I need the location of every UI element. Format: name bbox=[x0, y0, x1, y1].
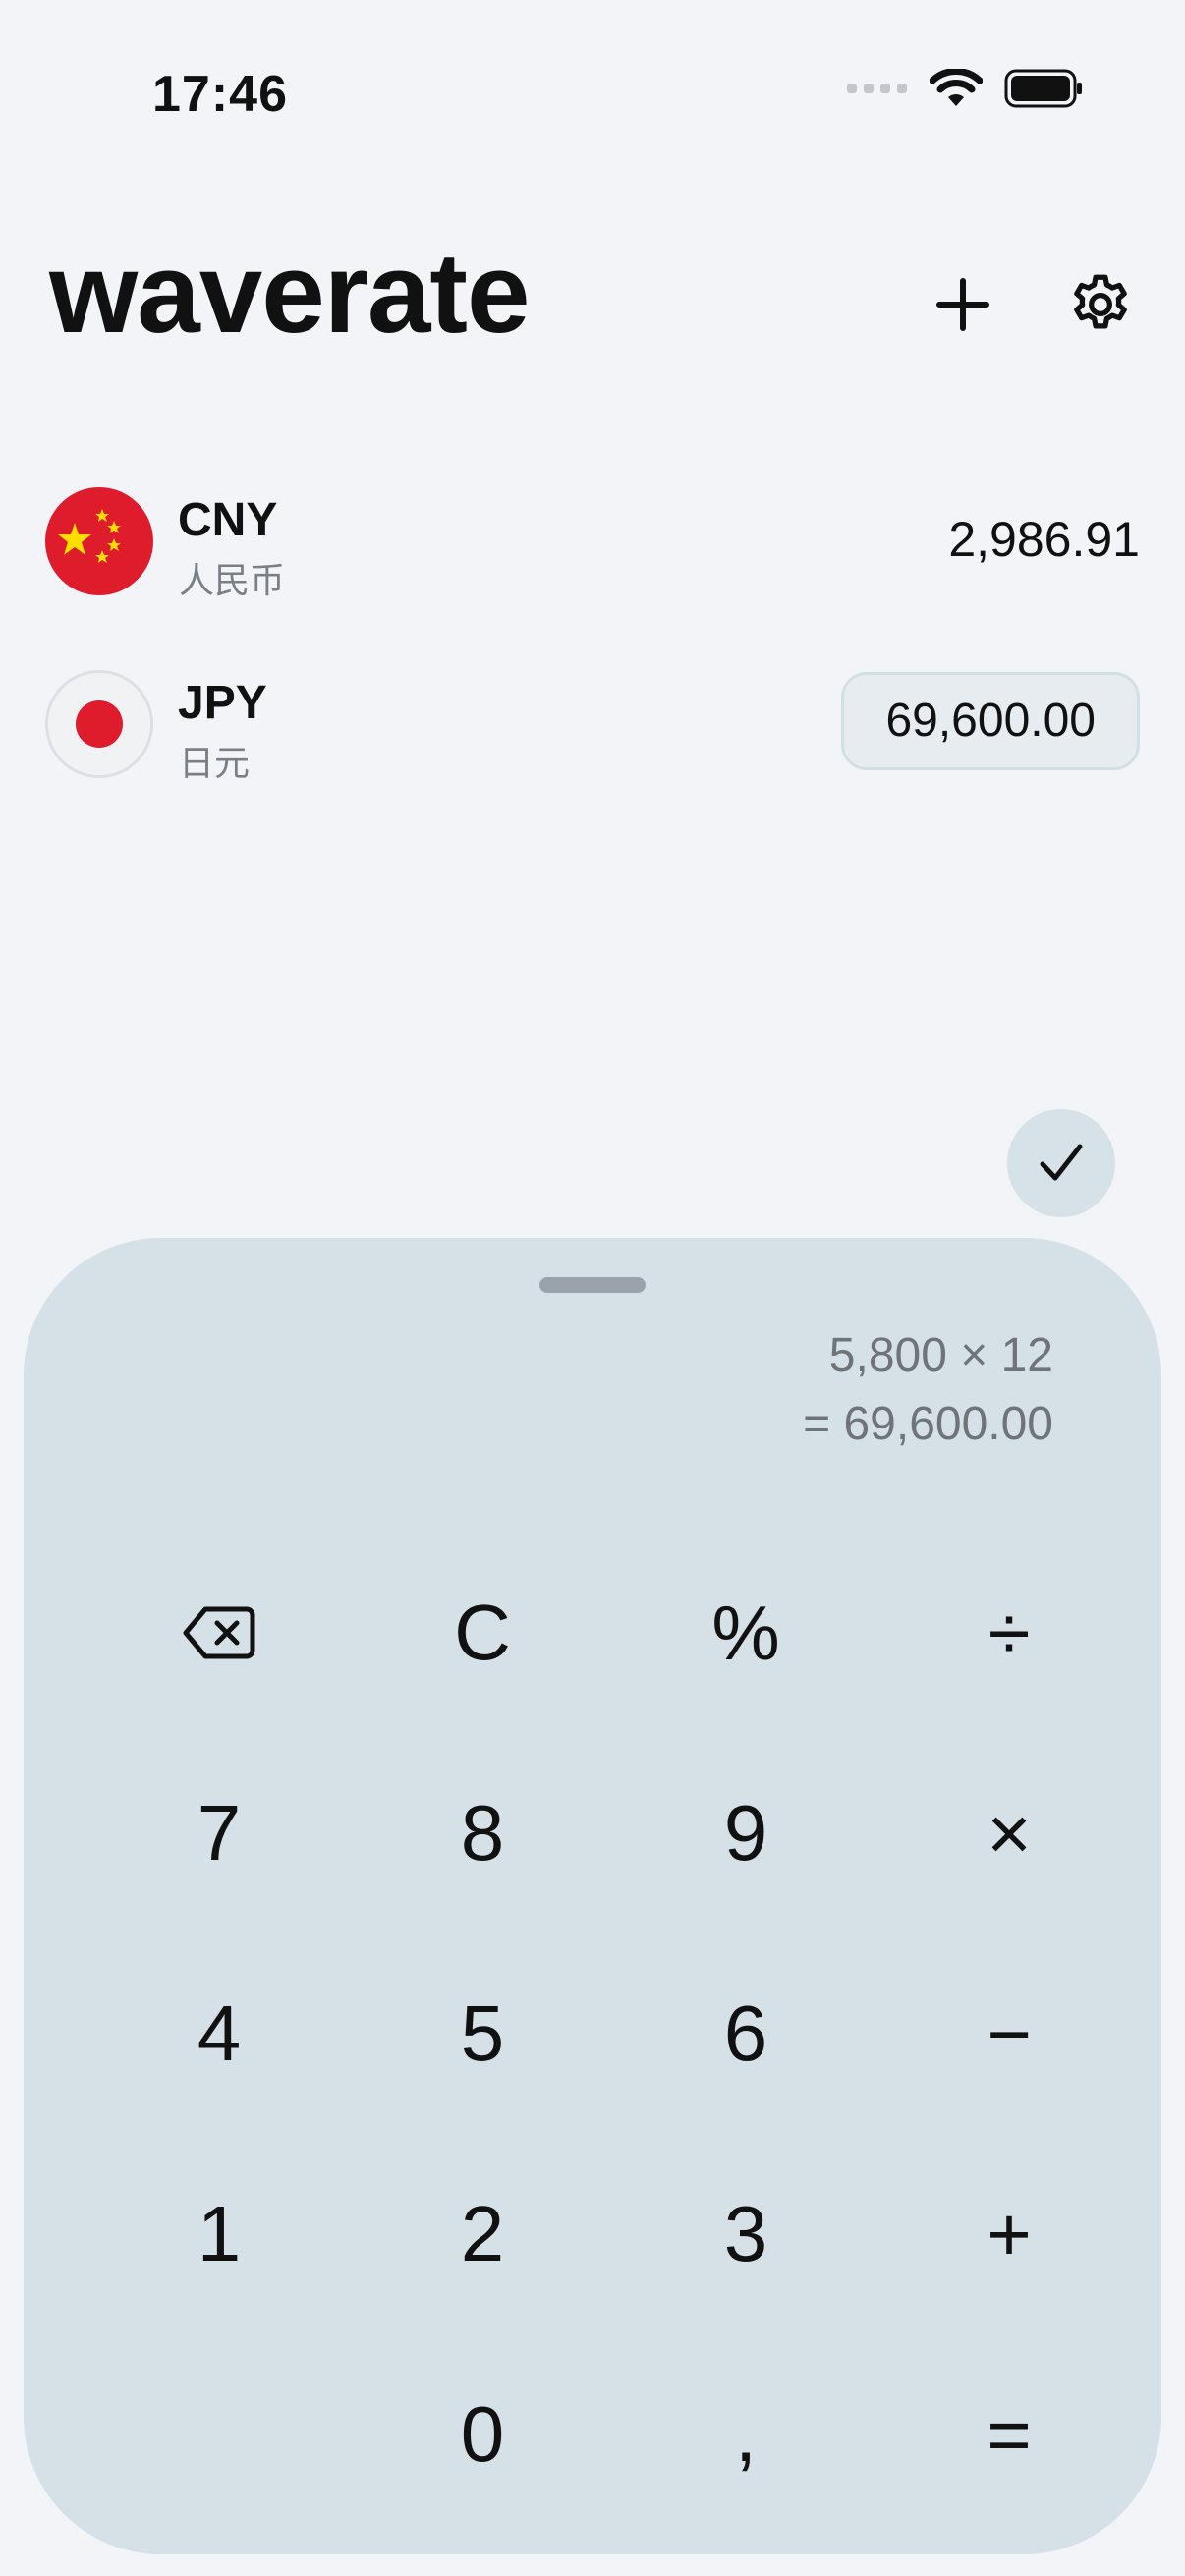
minus-key[interactable]: − bbox=[877, 1933, 1141, 2134]
currency-amount[interactable]: 2,986.91 bbox=[948, 511, 1140, 568]
plus-icon bbox=[936, 278, 989, 331]
wifi-icon bbox=[930, 69, 983, 106]
add-currency-button[interactable] bbox=[922, 263, 1004, 346]
battery-icon bbox=[1004, 69, 1082, 108]
currency-name: 日元 bbox=[179, 744, 251, 784]
backspace-key[interactable] bbox=[87, 1533, 351, 1733]
status-icons bbox=[847, 69, 1083, 108]
key-6[interactable]: 6 bbox=[614, 1933, 877, 2134]
settings-button[interactable] bbox=[1059, 263, 1142, 346]
japan-flag-icon bbox=[45, 670, 153, 778]
key-4[interactable]: 4 bbox=[87, 1933, 351, 2134]
key-8[interactable]: 8 bbox=[351, 1733, 614, 1933]
key-9[interactable]: 9 bbox=[614, 1733, 877, 1933]
key-5[interactable]: 5 bbox=[351, 1933, 614, 2134]
app-screen: 17:46 waverate CNY 人民币 2,986.91 JPY 日元 6… bbox=[0, 0, 1185, 2576]
divide-key[interactable]: ÷ bbox=[877, 1533, 1141, 1733]
key-0[interactable]: 0 bbox=[351, 2334, 614, 2535]
equals-key[interactable]: = bbox=[877, 2334, 1141, 2535]
sheet-drag-handle[interactable] bbox=[539, 1277, 646, 1293]
empty-key-slot bbox=[87, 2334, 351, 2535]
multiply-key[interactable]: × bbox=[877, 1733, 1141, 1933]
plus-key[interactable]: + bbox=[877, 2134, 1141, 2334]
signal-icon bbox=[847, 84, 907, 93]
active-amount-field[interactable]: 69,600.00 bbox=[841, 672, 1140, 770]
key-1[interactable]: 1 bbox=[87, 2134, 351, 2334]
confirm-button[interactable] bbox=[1007, 1109, 1115, 1217]
currency-row-cny[interactable]: CNY 人民币 2,986.91 bbox=[45, 487, 1140, 601]
calculator-sheet: 5,800 × 12 = 69,600.00 C % ÷ 7 8 9 × 4 5… bbox=[24, 1238, 1161, 2554]
backspace-icon bbox=[183, 1606, 255, 1659]
clear-key[interactable]: C bbox=[351, 1533, 614, 1733]
calc-expression: 5,800 × 12 bbox=[828, 1329, 1053, 1381]
key-7[interactable]: 7 bbox=[87, 1733, 351, 1933]
currency-row-jpy[interactable]: JPY 日元 69,600.00 bbox=[45, 670, 1140, 784]
currency-name: 人民币 bbox=[179, 561, 286, 601]
key-2[interactable]: 2 bbox=[351, 2134, 614, 2334]
currency-code: JPY bbox=[178, 677, 267, 729]
comma-key[interactable]: , bbox=[614, 2334, 877, 2535]
app-title: waverate bbox=[49, 229, 531, 357]
china-flag-icon bbox=[45, 487, 153, 595]
currency-code: CNY bbox=[178, 494, 278, 546]
calc-result: = 69,600.00 bbox=[803, 1398, 1053, 1450]
status-time: 17:46 bbox=[152, 66, 288, 123]
key-3[interactable]: 3 bbox=[614, 2134, 877, 2334]
checkmark-icon bbox=[1040, 1144, 1083, 1181]
gear-icon bbox=[1074, 274, 1127, 329]
keypad: C % ÷ 7 8 9 × 4 5 6 − 1 2 3 + 0 , = bbox=[87, 1533, 1144, 2535]
percent-key[interactable]: % bbox=[614, 1533, 877, 1733]
